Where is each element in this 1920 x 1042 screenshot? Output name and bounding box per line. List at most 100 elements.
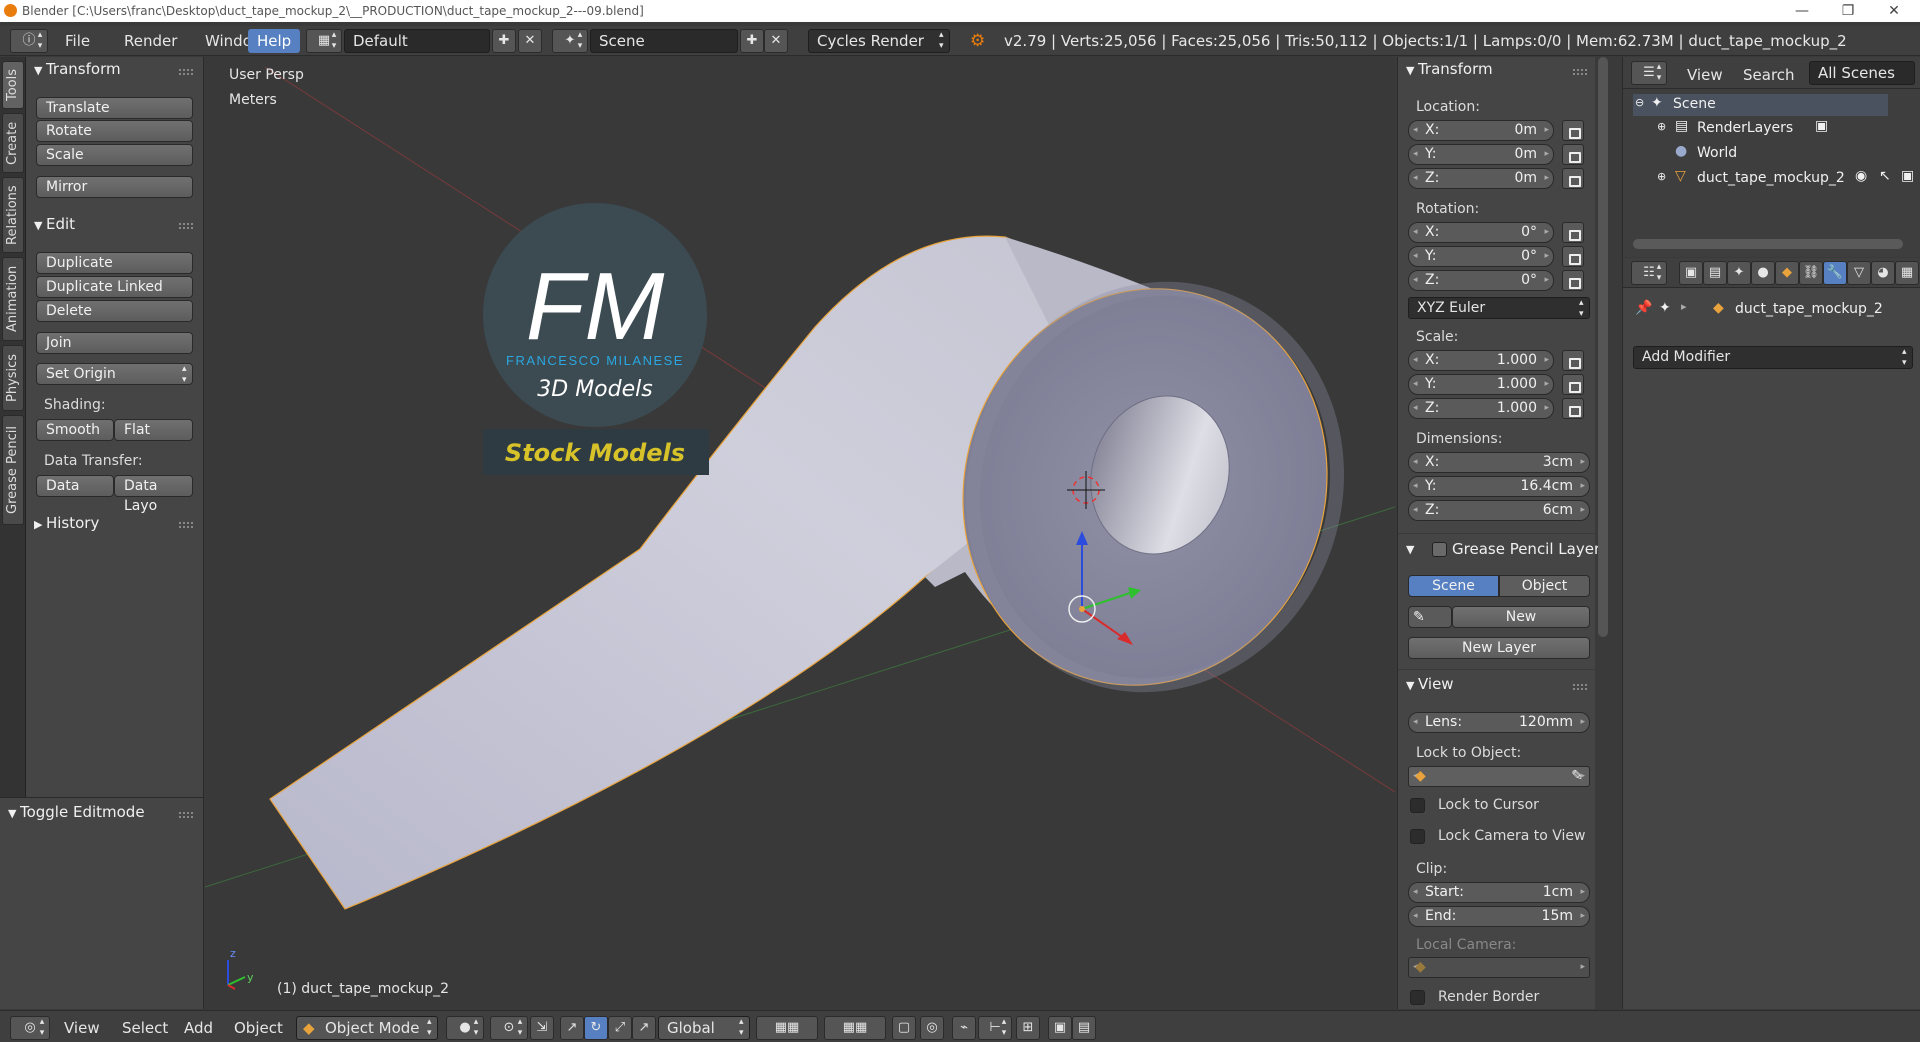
menu-select[interactable]: Select (122, 1017, 168, 1039)
data-button[interactable]: Data (36, 475, 114, 497)
constraints-tab-icon[interactable]: ⛓ (1799, 261, 1823, 285)
rotation-mode-dropdown[interactable]: XYZ Euler (1408, 297, 1590, 320)
pivot-point-icon[interactable]: ⊙ (490, 1016, 528, 1040)
lock-icon[interactable] (1562, 222, 1584, 243)
lock-icon[interactable] (1562, 168, 1584, 189)
translate-button[interactable]: Translate (36, 97, 193, 119)
toggle-editmode-header[interactable]: Toggle Editmode (8, 803, 145, 821)
scale-x-field[interactable]: X:1.000 (1408, 350, 1554, 371)
selectable-cursor-icon[interactable]: ↖ (1879, 168, 1891, 184)
data-layout-button[interactable]: Data Layo (114, 475, 193, 514)
menu-help[interactable]: Help (248, 29, 301, 53)
rotate-button[interactable]: Rotate (36, 120, 193, 142)
world-tab-icon[interactable]: ● (1751, 261, 1775, 285)
render-layer-icon[interactable]: ▣ (1815, 118, 1828, 134)
data-tab-icon[interactable]: ▽ (1847, 261, 1871, 285)
location-y-field[interactable]: Y:0m (1408, 144, 1554, 165)
outliner-filter-dropdown[interactable]: All Scenes (1809, 61, 1915, 85)
clip-start-field[interactable]: Start:1cm (1408, 882, 1590, 903)
grease-pencil-toggle[interactable] (1432, 542, 1447, 557)
transform-panel-header[interactable]: Transform (34, 60, 121, 78)
editor-type-3d-icon[interactable]: ◎ (10, 1016, 50, 1040)
local-camera-field[interactable]: ◆ (1408, 957, 1590, 978)
mode-dropdown[interactable]: ◆ Object Mode (296, 1016, 438, 1040)
render-border-checkbox[interactable] (1410, 990, 1425, 1005)
grease-pencil-header[interactable]: Grease Pencil Layer (1452, 540, 1600, 558)
layers-grid-a-icon[interactable]: ▦▦ (756, 1016, 818, 1040)
set-origin-dropdown[interactable]: Set Origin (36, 363, 193, 386)
mirror-button[interactable]: Mirror (36, 176, 193, 198)
expand-icon[interactable]: ⊕ (1657, 120, 1666, 133)
tab-animation[interactable]: Animation (2, 257, 24, 341)
outliner-scrollbar[interactable] (1633, 239, 1903, 249)
render-tab-icon[interactable]: ▣ (1679, 261, 1703, 285)
modifiers-tab-icon[interactable]: 🔧 (1823, 261, 1847, 285)
proportional-edit-icon[interactable]: ◎ (920, 1016, 944, 1040)
object-tab-icon[interactable]: ◆ (1775, 261, 1799, 285)
panel-grip-icon[interactable] (179, 522, 193, 528)
remove-layout-icon[interactable]: ✕ (518, 29, 542, 53)
translate-manipulator-icon[interactable]: ↗ (560, 1016, 584, 1040)
tab-relations[interactable]: Relations (2, 177, 24, 253)
properties-editor-icon[interactable]: ☷ (1631, 261, 1667, 285)
view-panel-header[interactable]: View (1406, 675, 1454, 693)
snap-element-icon[interactable]: ⊢ (978, 1016, 1012, 1040)
gp-new-button[interactable]: New (1452, 606, 1590, 628)
material-tab-icon[interactable]: ◕ (1871, 261, 1895, 285)
location-z-field[interactable]: Z:0m (1408, 168, 1554, 189)
flat-button[interactable]: Flat (114, 419, 193, 441)
add-scene-icon[interactable]: ✚ (740, 29, 764, 53)
rotation-z-field[interactable]: Z:0° (1408, 270, 1554, 291)
menu-object[interactable]: Object (234, 1017, 283, 1039)
outliner-editor-icon[interactable]: ☰ (1631, 61, 1667, 85)
renderable-camera-icon[interactable]: ▣ (1901, 168, 1914, 184)
lock-icon[interactable] (1562, 350, 1584, 371)
lock-cursor-checkbox[interactable] (1410, 798, 1425, 813)
lock-icon[interactable] (1562, 270, 1584, 291)
tab-physics[interactable]: Physics (2, 345, 24, 411)
add-layout-icon[interactable]: ✚ (492, 29, 516, 53)
layout-screen-icon[interactable]: ▦ (306, 29, 342, 53)
lock-icon[interactable] (1562, 120, 1584, 141)
layers-grid-b-icon[interactable]: ▦▦ (824, 1016, 886, 1040)
outliner-scene-row[interactable] (1633, 94, 1888, 116)
history-panel-header[interactable]: History (34, 514, 99, 532)
manipulator-toggle-icon[interactable]: ⇲ (530, 1016, 554, 1040)
outliner-world[interactable]: World (1697, 145, 1737, 161)
pin-icon[interactable]: 📌 (1635, 300, 1652, 316)
rotation-x-field[interactable]: X:0° (1408, 222, 1554, 243)
edit-panel-header[interactable]: Edit (34, 215, 75, 233)
scene-tab-icon[interactable]: ✦ (1727, 261, 1751, 285)
collapse-icon[interactable]: ⊖ (1635, 96, 1644, 109)
scale-button[interactable]: Scale (36, 144, 193, 166)
lock-camera-checkbox[interactable] (1410, 829, 1425, 844)
editor-type-info-icon[interactable]: ⓘ (10, 29, 48, 53)
renderlayers-tab-icon[interactable]: ▤ (1703, 261, 1727, 285)
lock-object-field[interactable]: ◆✎ (1408, 766, 1590, 787)
scene-dropdown[interactable]: Scene (590, 29, 738, 53)
expand-icon[interactable]: ⊕ (1657, 170, 1666, 183)
gp-scene-button[interactable]: Scene (1408, 575, 1499, 597)
delete-button[interactable]: Delete (36, 300, 193, 322)
layer-lock-icon[interactable]: ▢ (892, 1016, 916, 1040)
lock-icon[interactable] (1562, 246, 1584, 267)
panel-grip-icon[interactable] (179, 812, 193, 818)
outliner-view-menu[interactable]: View (1687, 63, 1723, 87)
location-x-field[interactable]: X:0m (1408, 120, 1554, 141)
panel-grip-icon[interactable] (1573, 69, 1587, 75)
outliner-scene[interactable]: Scene (1673, 96, 1716, 112)
scale-manipulator-icon[interactable]: ⤢ (608, 1016, 632, 1040)
panel-grip-icon[interactable] (179, 69, 193, 75)
duplicate-button[interactable]: Duplicate (36, 252, 193, 274)
scene-icon[interactable]: ✦ (552, 29, 588, 53)
gp-pencil-icon[interactable]: ✎ (1408, 606, 1452, 628)
maximize-button[interactable]: ❐ (1826, 0, 1870, 22)
menu-add[interactable]: Add (184, 1017, 213, 1039)
lock-icon[interactable] (1562, 398, 1584, 419)
join-button[interactable]: Join (36, 332, 193, 354)
outliner-object[interactable]: duct_tape_mockup_2 (1697, 170, 1845, 186)
viewport-scene[interactable]: FM FRANCESCO MILANESE 3D Models Stock Mo… (205, 57, 1395, 1009)
tab-create[interactable]: Create (2, 113, 24, 173)
rotation-y-field[interactable]: Y:0° (1408, 246, 1554, 267)
lens-field[interactable]: Lens:120mm (1408, 712, 1590, 733)
